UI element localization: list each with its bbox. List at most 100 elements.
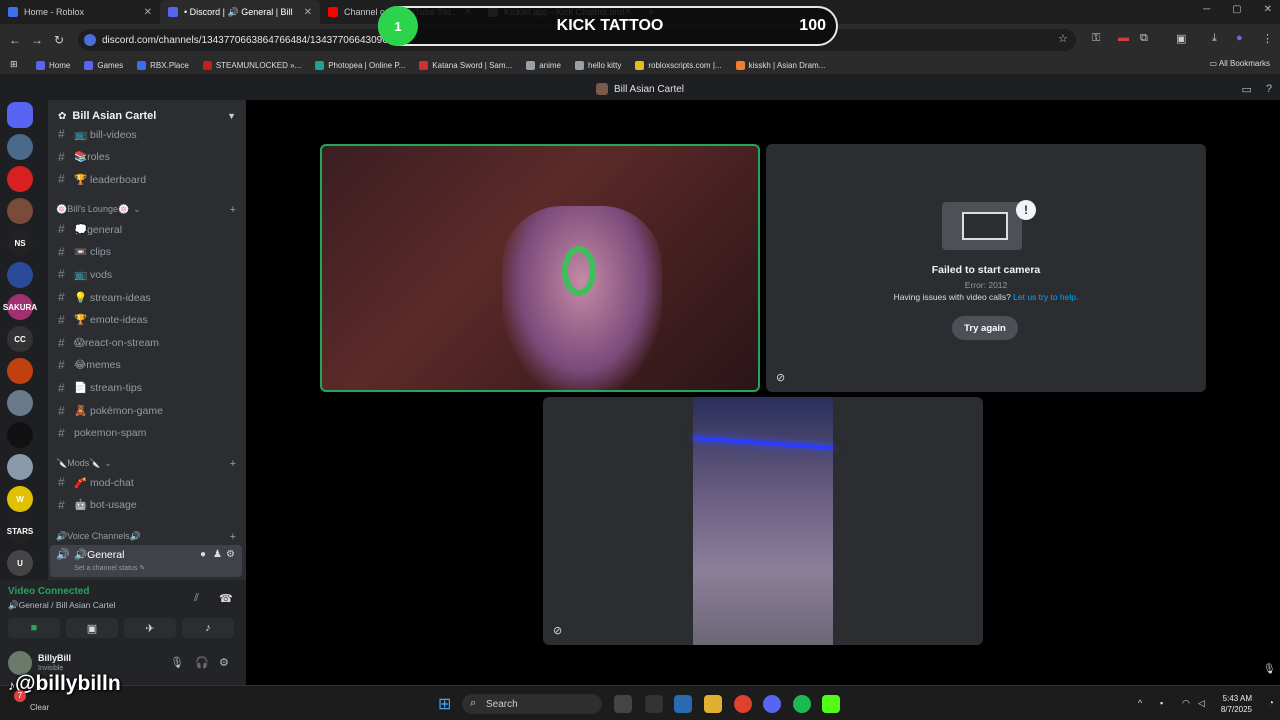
help-link[interactable]: Let us try to help. bbox=[1013, 292, 1078, 302]
channel-item[interactable]: # 💭general bbox=[58, 219, 238, 239]
bookmark-item[interactable]: robloxscripts.com |... bbox=[635, 60, 722, 70]
bookmark-item[interactable]: Photopea | Online P... bbox=[315, 60, 405, 70]
server-icon[interactable] bbox=[7, 422, 33, 448]
channel-item[interactable]: # 📼 clips bbox=[58, 242, 238, 262]
voice-connected-label[interactable]: Video Connected bbox=[8, 586, 90, 597]
chat-bubble-icon[interactable]: ● bbox=[200, 549, 206, 560]
wifi-icon[interactable]: ◠ bbox=[1182, 698, 1190, 709]
bookmark-item[interactable]: hello kitty bbox=[575, 60, 621, 70]
file-explorer-icon[interactable] bbox=[704, 695, 722, 713]
channel-item[interactable]: # 📺 vods bbox=[58, 264, 238, 284]
browser-menu-icon[interactable]: ⋮ bbox=[1262, 32, 1273, 45]
taskbar-clock[interactable]: 5:43 AM 8/7/2025 bbox=[1221, 693, 1252, 715]
disconnect-icon[interactable]: ☎ bbox=[219, 592, 233, 605]
extension-red-icon[interactable]: ▬ bbox=[1118, 32, 1129, 44]
bookmark-item[interactable]: Home bbox=[36, 60, 70, 70]
server-icon[interactable] bbox=[7, 166, 33, 192]
reload-icon[interactable]: ↻ bbox=[48, 33, 70, 47]
extensions-puzzle-icon[interactable]: ⧉ bbox=[1140, 32, 1148, 45]
gear-icon[interactable]: ⚙ bbox=[219, 656, 229, 669]
discord-home-icon[interactable] bbox=[7, 102, 33, 128]
forward-icon[interactable]: → bbox=[26, 33, 48, 47]
all-bookmarks-button[interactable]: ▭ All Bookmarks bbox=[1210, 59, 1270, 68]
channel-item[interactable]: # 📄 stream-tips bbox=[58, 378, 238, 398]
video-tile-room[interactable]: ⊘ bbox=[543, 397, 983, 645]
close-tab-icon[interactable]: ✕ bbox=[304, 7, 312, 18]
server-icon[interactable] bbox=[7, 262, 33, 288]
task-view-icon[interactable] bbox=[614, 695, 632, 713]
profile-avatar[interactable]: ● bbox=[1236, 32, 1243, 44]
weather-label[interactable]: Clear bbox=[30, 703, 49, 712]
discord-taskbar-icon[interactable] bbox=[763, 695, 781, 713]
close-tab-icon[interactable]: ✕ bbox=[144, 7, 152, 18]
server-icon[interactable]: U bbox=[7, 550, 33, 576]
sidepanel-icon[interactable]: ▣ bbox=[1176, 32, 1186, 45]
channel-item[interactable]: # 😂memes bbox=[58, 355, 238, 375]
server-icon[interactable] bbox=[7, 358, 33, 384]
server-icon[interactable]: SAKURA bbox=[3, 294, 37, 320]
download-icon[interactable]: ⤓ bbox=[1212, 32, 1217, 45]
channel-item[interactable]: # 🏆 leaderboard bbox=[58, 169, 238, 189]
close-window-icon[interactable]: ✕ bbox=[1264, 4, 1272, 15]
bookmark-item[interactable]: Katana Sword | Sam... bbox=[419, 60, 512, 70]
server-icon[interactable]: W bbox=[7, 486, 33, 512]
microphone-icon[interactable]: 🎙 bbox=[170, 656, 184, 669]
bookmark-item[interactable]: kisskh | Asian Dram... bbox=[735, 60, 825, 70]
bookmark-star-icon[interactable]: ☆ bbox=[1058, 32, 1068, 45]
category-mods[interactable]: 🔪Mods🔪 ⌄ + bbox=[56, 458, 236, 470]
noise-suppression-icon[interactable]: ⫽ bbox=[194, 592, 199, 605]
category-voice[interactable]: 🔊Voice Channels🔊 + bbox=[56, 531, 236, 543]
channel-item[interactable]: # 💡 stream-ideas bbox=[58, 287, 238, 307]
bookmark-item[interactable]: RBX.Place bbox=[137, 60, 189, 70]
help-icon[interactable]: ? bbox=[1266, 83, 1272, 96]
chrome-icon[interactable] bbox=[734, 695, 752, 713]
bookmark-item[interactable]: Games bbox=[84, 60, 123, 70]
kick-app-icon[interactable] bbox=[822, 695, 840, 713]
mouse-app-icon[interactable] bbox=[645, 695, 663, 713]
video-tile-speaking[interactable] bbox=[320, 144, 760, 392]
channel-item[interactable]: # 🧨 mod-chat bbox=[58, 472, 238, 492]
minimize-icon[interactable]: ─ bbox=[1203, 4, 1210, 15]
channel-item[interactable]: # 📺 bill-videos bbox=[58, 124, 238, 144]
bookmark-item[interactable]: anime bbox=[526, 60, 561, 70]
browser-tab[interactable]: • Discord | 🔊 General | Bill ✕ bbox=[160, 0, 320, 24]
voice-channel-general[interactable]: 🔊 🔊General Set a channel status ✎ ● ♟ ⚙ bbox=[50, 545, 242, 577]
server-icon[interactable]: STARS bbox=[7, 518, 33, 544]
notification-bell-icon[interactable]: ◔ bbox=[1268, 698, 1274, 709]
add-channel-icon[interactable]: + bbox=[230, 458, 236, 470]
server-icon[interactable] bbox=[7, 454, 33, 480]
camera-button[interactable]: ■ bbox=[8, 618, 60, 638]
tray-app-icon[interactable]: ▪ bbox=[1160, 698, 1163, 708]
maximize-icon[interactable]: ▢ bbox=[1232, 4, 1241, 15]
channel-item[interactable]: # pokemon-spam bbox=[58, 423, 238, 443]
taskbar-search[interactable]: ⌕ Search bbox=[462, 694, 602, 714]
activity-button[interactable]: ✈ bbox=[124, 618, 176, 638]
extension-icon[interactable]: ⚿ bbox=[1092, 32, 1100, 45]
soundboard-button[interactable]: ♪ bbox=[182, 618, 234, 638]
screen-share-button[interactable]: ▣ bbox=[66, 618, 118, 638]
headphones-icon[interactable]: 🎧 bbox=[195, 656, 209, 669]
channel-item[interactable]: # 🏆 emote-ideas bbox=[58, 310, 238, 330]
gear-icon[interactable]: ⚙ bbox=[226, 549, 235, 560]
photos-app-icon[interactable] bbox=[674, 695, 692, 713]
apps-grid-icon[interactable]: ⊞ bbox=[10, 59, 18, 70]
add-channel-icon[interactable]: + bbox=[230, 204, 236, 216]
voice-channel-status[interactable]: Set a channel status ✎ bbox=[74, 564, 145, 572]
try-again-button[interactable]: Try again bbox=[952, 316, 1018, 340]
back-icon[interactable]: ← bbox=[4, 33, 26, 47]
user-name[interactable]: BillyBill bbox=[38, 653, 71, 663]
channel-item[interactable]: # 🧸 pokémon-game bbox=[58, 401, 238, 421]
volume-icon[interactable]: ◁ bbox=[1198, 698, 1205, 709]
inbox-icon[interactable]: ▭ bbox=[1241, 83, 1251, 96]
tray-chevron-icon[interactable]: ^ bbox=[1138, 698, 1142, 708]
channel-item[interactable]: # 📚roles bbox=[58, 147, 238, 167]
site-info-icon[interactable] bbox=[84, 34, 96, 46]
spotify-icon[interactable] bbox=[793, 695, 811, 713]
category-lounge[interactable]: 🍥Bill's Lounge🍥 ⌄ + bbox=[56, 204, 236, 216]
browser-tab[interactable]: Home - Roblox ✕ bbox=[0, 0, 160, 24]
server-icon[interactable] bbox=[7, 198, 33, 224]
add-channel-icon[interactable]: + bbox=[230, 531, 236, 543]
channel-item[interactable]: # 😱react-on-stream bbox=[58, 333, 238, 353]
server-icon[interactable]: NS bbox=[7, 230, 33, 256]
windows-start-icon[interactable]: ⊞ bbox=[438, 694, 451, 714]
